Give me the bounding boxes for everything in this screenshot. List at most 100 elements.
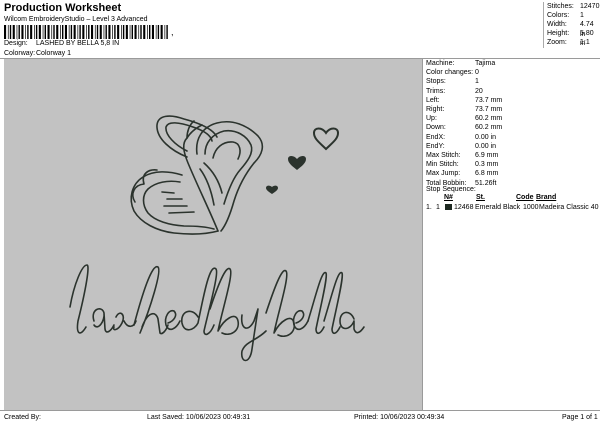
script-h — [133, 266, 169, 335]
barcode-bar — [157, 25, 160, 39]
heart-large — [312, 127, 340, 151]
barcode-bar — [91, 25, 94, 39]
barcode-bar — [125, 25, 128, 39]
detail-row: Max Stitch: 6.9 mm — [426, 152, 499, 159]
detail-row: Down: 60.2 mm — [426, 124, 503, 132]
barcode-bar — [103, 25, 105, 39]
software-subtitle: Wilcom EmbroideryStudio – Level 3 Advanc… — [4, 16, 148, 23]
page-title: Production Worksheet — [4, 2, 122, 14]
barcode-bar — [34, 25, 35, 39]
barcode-bar — [160, 25, 163, 39]
barcode-bar — [38, 25, 41, 39]
design-label: Design: — [4, 40, 28, 47]
script-y — [240, 308, 267, 362]
barcode-suffix: , — [171, 27, 174, 37]
barcode-bar — [77, 25, 79, 39]
page-number: Page 1 of 1 — [562, 414, 598, 421]
detail-row: Left: 73.7 mm — [426, 96, 503, 104]
script-l2 — [307, 272, 328, 335]
script-b2 — [265, 269, 296, 338]
barcode-bar — [60, 25, 61, 39]
barcode-bar — [12, 25, 15, 39]
butterfly-right-wing — [195, 120, 264, 232]
barcode-bar — [70, 25, 73, 39]
barcode-bar — [122, 25, 125, 39]
heart-small — [266, 185, 278, 194]
barcode-bar — [30, 25, 33, 39]
col-brand: Brand — [536, 194, 557, 201]
script-a2 — [339, 311, 365, 334]
barcode-bar — [4, 25, 7, 39]
design-preview[interactable] — [4, 59, 422, 410]
script-d — [181, 267, 218, 336]
barcode-bar — [166, 25, 168, 39]
colorway-label: Colorway: — [4, 50, 36, 57]
summary-panel: Stitches: 12470 Colors: 1 Width: 4.74 in He… — [543, 2, 600, 48]
barcode-bar — [51, 25, 53, 39]
barcode-bar — [82, 25, 85, 39]
barcode-bar — [56, 25, 59, 39]
footer: Created By: Last Saved: 10/06/2023 00:49… — [0, 410, 600, 425]
barcode-bar — [117, 25, 120, 39]
barcode-bar — [73, 25, 76, 39]
script-l — [69, 264, 89, 334]
barcode-bar — [105, 25, 107, 39]
barcode-bar — [62, 25, 64, 39]
barcode-bar — [42, 25, 44, 39]
detail-row: Max Jump: 6.8 mm — [426, 170, 499, 178]
barcode-bar — [155, 25, 157, 39]
col-n: N# — [444, 194, 453, 201]
barcode-bar — [138, 25, 140, 39]
barcode-bar — [18, 25, 20, 39]
detail-row: EndX: 0.00 in — [426, 133, 497, 141]
col-code: Code — [516, 194, 534, 201]
barcode-bar — [99, 25, 102, 39]
panel-divider — [422, 58, 423, 410]
barcode-bar — [121, 25, 122, 39]
barcode-bar — [96, 25, 99, 39]
barcode-bar — [164, 25, 166, 39]
printed-date: Printed: 10/06/2023 00:49:34 — [354, 414, 445, 421]
barcode-bar — [147, 25, 148, 39]
summary-zoom: Zoom: 1:1 — [547, 39, 590, 46]
design-meta: Design: LASHED BY BELLA 5,8 IN Colorway:… — [0, 40, 420, 58]
barcode-bar — [108, 25, 111, 39]
barcode-bar — [86, 25, 87, 39]
script-s — [112, 312, 137, 331]
created-by: Created By: — [4, 414, 41, 421]
barcode-bar — [25, 25, 26, 39]
barcode-bar — [79, 25, 81, 39]
barcode-bar — [7, 25, 9, 39]
barcode-bar — [151, 25, 154, 39]
barcode-bar — [149, 25, 151, 39]
barcode-bar — [53, 25, 55, 39]
barcode-bar — [94, 25, 96, 39]
barcode-bar — [68, 25, 70, 39]
barcode-bar — [21, 25, 24, 39]
heart-medium — [288, 156, 306, 170]
barcode-bar — [47, 25, 50, 39]
embroidery-artwork — [69, 115, 365, 362]
table-row[interactable]: 1. 1 12468 Emerald Black 1000 Madeira Cl… — [424, 203, 600, 212]
detail-row: Right: 73.7 mm — [426, 106, 503, 113]
design-value: LASHED BY BELLA 5,8 IN — [36, 40, 120, 47]
detail-row: EndY: 0.00 in — [426, 142, 497, 150]
script-e2 — [292, 309, 309, 331]
barcode-bar — [27, 25, 29, 39]
barcode — [4, 25, 168, 39]
barcode-bar — [140, 25, 142, 39]
last-saved: Last Saved: 10/06/2023 00:49:31 — [147, 414, 251, 421]
barcode-bar — [114, 25, 116, 39]
barcode-bar — [88, 25, 90, 39]
barcode-bar — [134, 25, 137, 39]
col-st: St. — [476, 194, 485, 201]
barcode-bar — [16, 25, 18, 39]
color-swatch — [445, 204, 452, 210]
barcode-bar — [131, 25, 133, 39]
script-a — [92, 308, 115, 333]
barcode-bar — [129, 25, 131, 39]
detail-row: Min Stitch: 0.3 mm — [426, 161, 499, 169]
detail-row: Machine: Tajima — [426, 60, 496, 67]
barcode-bar — [64, 25, 67, 39]
barcode-bar — [112, 25, 113, 39]
